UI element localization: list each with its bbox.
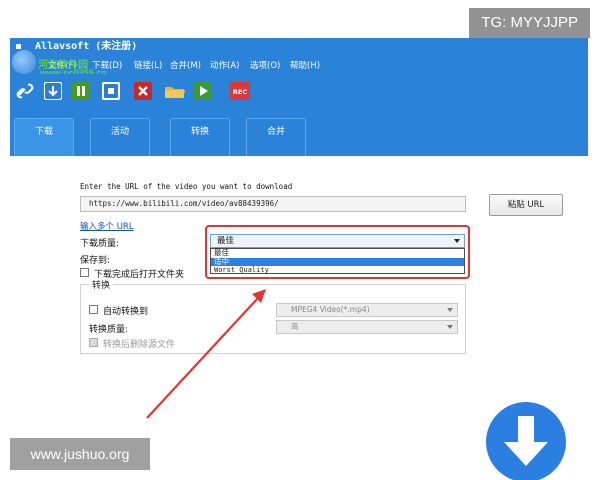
jushuo-watermark: www.jushuo.org (10, 438, 150, 470)
annotation-arrow (146, 289, 266, 419)
